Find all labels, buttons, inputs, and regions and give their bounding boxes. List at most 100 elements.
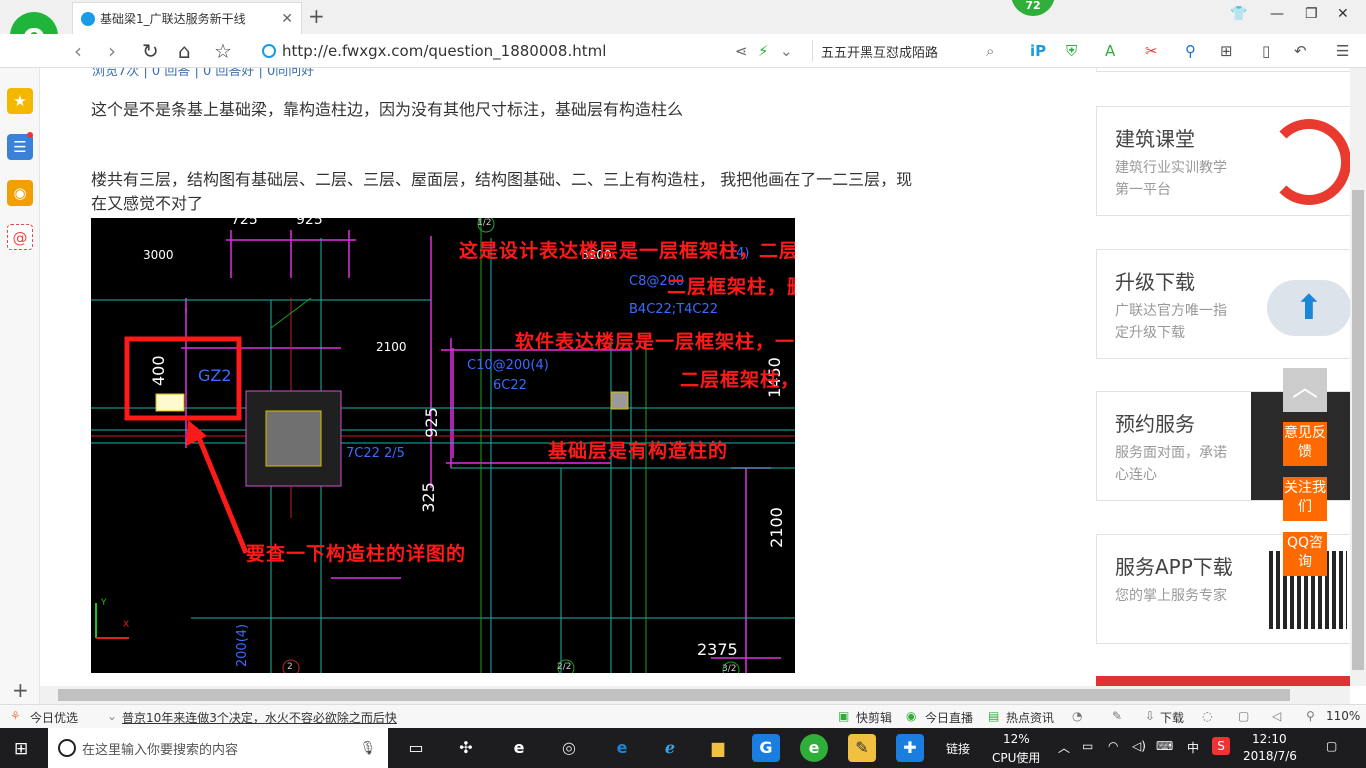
horizontal-scroll-thumb[interactable] [58, 689, 1290, 701]
share-icon[interactable]: ⋖ [735, 42, 748, 60]
label-gz2: GZ2 [198, 366, 232, 385]
weibo-icon[interactable]: ◉ [7, 180, 33, 206]
notification-badge[interactable]: 72 [1011, 0, 1055, 16]
zoom-icon: ⚲ [1306, 709, 1315, 723]
task-view-icon[interactable]: ▭ [402, 734, 430, 762]
axis-2: 2 [287, 662, 293, 672]
keyboard-icon[interactable]: ⌨ [1156, 739, 1173, 753]
plus-app-icon[interactable]: ✚ [896, 734, 924, 762]
windows-taskbar: ⊞ 在这里输入你要搜索的内容 🎙 ▭ ✣ e ◎ e ℯ ▆ G e ✎ ✚ 链… [0, 728, 1366, 768]
feedback-button[interactable]: 意见反馈 [1283, 422, 1327, 466]
mute-icon[interactable]: ◁ [1272, 709, 1281, 723]
search-input[interactable]: 五五开黑互怼成陌路 [812, 40, 1008, 62]
volume-icon[interactable]: ◁) [1132, 739, 1146, 753]
browser-taskbar-icon[interactable]: e [800, 734, 828, 762]
fan-app-icon[interactable]: ✣ [452, 734, 480, 762]
post-line-1: 这个是不是条基上基础梁，靠构造柱边，因为没有其他尺寸标注，基础层有构造柱么 [91, 100, 684, 119]
clock-time[interactable]: 12:10 [1252, 732, 1287, 746]
download-link[interactable]: 下载 [1160, 709, 1184, 726]
undo-icon[interactable]: ↶ [1294, 42, 1307, 60]
favorites-star-icon[interactable]: ★ [7, 88, 33, 114]
cloud-upload-icon: ⬆ [1267, 280, 1350, 336]
vertical-scroll-thumb[interactable] [1352, 190, 1364, 670]
dim-925: 925 [421, 407, 441, 438]
cad-drawing-image[interactable]: 725 925 3000 6800 2100 400 925 1450 325 … [91, 218, 795, 673]
dim-3000: 3000 [143, 248, 174, 262]
spiral-app-icon[interactable]: ◎ [555, 734, 583, 762]
live-link[interactable]: 今日直播 [925, 709, 973, 726]
search-text: 五五开黑互怼成陌路 [821, 46, 939, 61]
axis-3-2: 3/2 [722, 664, 737, 673]
link-toolbar[interactable]: 链接 [946, 740, 970, 757]
microphone-icon[interactable]: 🎙 [359, 741, 376, 756]
close-window-icon[interactable]: ✕ [1337, 6, 1349, 22]
apps-grid-icon[interactable]: ⊞ [1220, 42, 1233, 60]
clean-icon[interactable]: ◌ [1202, 709, 1212, 723]
zoom-level[interactable]: 110% [1326, 709, 1360, 723]
news-ticker[interactable]: 普京10年来连做3个决定，水火不容必欲除之而后快 [122, 709, 397, 726]
sogou-ime-icon[interactable]: S [1212, 737, 1230, 755]
battery-icon[interactable]: ▭ [1082, 739, 1093, 753]
browser-tab[interactable]: 基础梁1_广联达服务新干线 ✕ [72, 2, 302, 34]
card-jianzhu-ketang[interactable]: 建筑课堂 建筑行业实训教学第一平台 [1096, 106, 1350, 216]
card-previous [1096, 68, 1350, 72]
internet-explorer-icon[interactable]: ℯ [656, 734, 684, 762]
label-b4c22: B4C22;T4C22 [629, 302, 719, 317]
card-title: 建筑课堂 [1115, 127, 1195, 151]
search-icon[interactable]: ⌕ [986, 42, 994, 60]
window-icon[interactable]: ▢ [1238, 709, 1249, 723]
home-icon[interactable]: ⌂ [178, 39, 191, 63]
forward-icon[interactable]: › [108, 39, 116, 63]
tab-close-icon[interactable]: ✕ [281, 11, 293, 27]
speed-mode-icon[interactable]: ⚡ [758, 42, 769, 60]
scissors-icon[interactable]: ✂ [1145, 42, 1158, 60]
follow-us-button[interactable]: 关注我们 [1283, 477, 1327, 521]
shirt-skin-icon[interactable]: 👕 [1230, 6, 1247, 22]
ime-indicator[interactable]: 中 [1187, 739, 1199, 756]
file-explorer-icon[interactable]: ▆ [704, 734, 732, 762]
annotation-foundation: 基础层是有构造柱的 [548, 440, 729, 462]
dim-325: 325 [418, 482, 438, 513]
tab-favicon-icon [81, 11, 95, 26]
tools-icon[interactable]: ✎ [1112, 709, 1122, 723]
hot-news-link[interactable]: 热点资讯 [1006, 709, 1054, 726]
ie-browser-icon[interactable]: e [505, 734, 533, 762]
new-tab-button[interactable]: + [308, 4, 325, 28]
wifi-icon[interactable]: ◠ [1108, 739, 1118, 753]
card-title: 服务APP下载 [1115, 555, 1233, 579]
url-field[interactable]: http://e.fwxgx.com/question_1880008.html [262, 41, 742, 61]
clock-date[interactable]: 2018/7/6 [1243, 749, 1297, 763]
restore-icon[interactable]: ❐ [1305, 6, 1318, 22]
glodon-app-icon[interactable]: G [752, 734, 780, 762]
shield-icon[interactable]: ⛨ [1066, 42, 1077, 60]
taskbar-search-input[interactable]: 在这里输入你要搜索的内容 🎙 [48, 728, 388, 768]
speed-icon[interactable]: ◔ [1072, 709, 1082, 723]
chevron-down-icon[interactable]: ⌄ [780, 42, 793, 60]
live-icon: ◉ [906, 709, 917, 723]
mail-icon[interactable]: @ [7, 224, 33, 250]
menu-icon[interactable]: ☰ [1336, 42, 1349, 60]
action-center-icon[interactable]: ▢ [1326, 739, 1337, 753]
minimize-icon[interactable]: — [1270, 6, 1284, 22]
today-picks[interactable]: 今日优选 [30, 709, 78, 726]
back-to-top-button[interactable]: ︿ [1283, 368, 1327, 412]
back-icon[interactable]: ‹ [74, 39, 82, 63]
url-text: http://e.fwxgx.com/question_1880008.html [282, 42, 607, 60]
magnifier-tool-icon[interactable]: ⚲ [1185, 42, 1196, 60]
label-200-4: 200(4) [235, 623, 251, 668]
qq-consult-button[interactable]: QQ咨询 [1283, 532, 1327, 576]
card-upgrade-download[interactable]: 升级下载 广联达官方唯一指定升级下载 ⬆ [1096, 249, 1350, 359]
translate-icon[interactable]: A [1105, 42, 1115, 60]
kuaijian-link[interactable]: 快剪辑 [856, 709, 892, 726]
post-line-2: 楼共有三层，结构图有基础层、二层、三层、屋面层，结构图基础、二、三上有构造柱， … [91, 170, 913, 189]
reload-icon[interactable]: ↻ [142, 39, 159, 63]
notes-app-icon[interactable]: ✎ [848, 734, 876, 762]
edge-icon[interactable]: e [608, 734, 636, 762]
windows-start-icon[interactable]: ⊞ [14, 739, 28, 759]
add-sidebar-icon[interactable]: + [12, 678, 29, 702]
extension-ip-icon[interactable]: iP [1030, 42, 1046, 60]
address-bar-row: ‹ › ↻ ⌂ ☆ http://e.fwxgx.com/question_18… [0, 34, 1366, 84]
tray-expand-icon[interactable]: ︿ [1058, 739, 1070, 756]
phone-icon[interactable]: ▯ [1262, 42, 1270, 60]
favorite-star-icon[interactable]: ☆ [214, 39, 232, 63]
